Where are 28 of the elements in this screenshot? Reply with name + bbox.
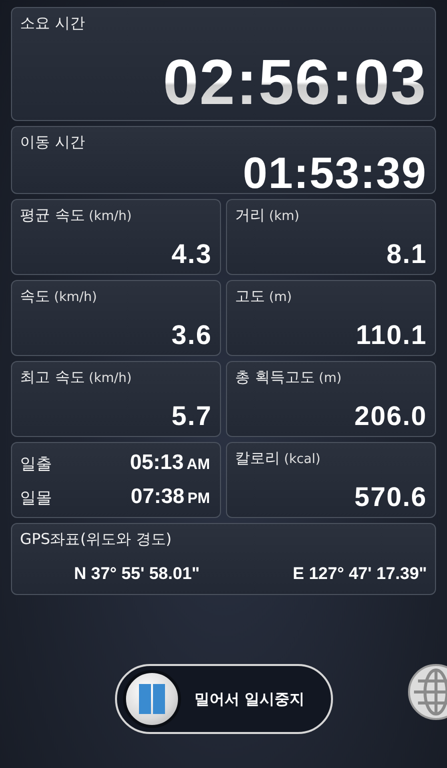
stat-label: 칼로리 (kcal) — [235, 449, 320, 468]
sun-time: 07:38 PM — [130, 485, 210, 509]
stat-label: 총 획득고도 (m) — [235, 368, 342, 387]
sun-time: 05:13 AM — [130, 451, 210, 475]
sun-label: 일출 — [20, 454, 52, 475]
stat-label: 고도 (m) — [235, 287, 292, 306]
stat-value: 4.3 — [171, 241, 212, 268]
moving-label: 이동 시간 — [20, 133, 85, 152]
globe-button[interactable] — [407, 663, 447, 721]
slide-to-pause-slider[interactable]: 밀어서 일시중지 — [114, 664, 332, 734]
stat-label: 거리 (km) — [235, 206, 300, 225]
stat-value: 8.1 — [386, 241, 427, 268]
longitude: E 127° 47' 17.39" — [292, 564, 427, 584]
stat-label: 평균 속도 (km/h) — [20, 206, 132, 225]
gps-label: GPS좌표(위도와 경도) — [20, 530, 172, 549]
stat-value: 3.6 — [171, 322, 212, 349]
stat-label: 속도 (km/h) — [20, 287, 97, 306]
stat-value: 570.6 — [354, 484, 427, 511]
pause-knob[interactable] — [122, 670, 180, 728]
moving-value: 01:53:39 — [242, 152, 427, 196]
stat-label: 최고 속도 (km/h) — [20, 368, 132, 387]
stat-value: 206.0 — [354, 403, 427, 430]
sun-label: 일몰 — [20, 488, 52, 509]
latitude: N 37° 55' 58.01" — [74, 564, 200, 584]
pause-icon — [138, 683, 166, 715]
stat-value: 5.7 — [171, 403, 212, 430]
stat-value: 110.1 — [356, 322, 427, 349]
elapsed-label: 소요 시간 — [20, 14, 85, 33]
